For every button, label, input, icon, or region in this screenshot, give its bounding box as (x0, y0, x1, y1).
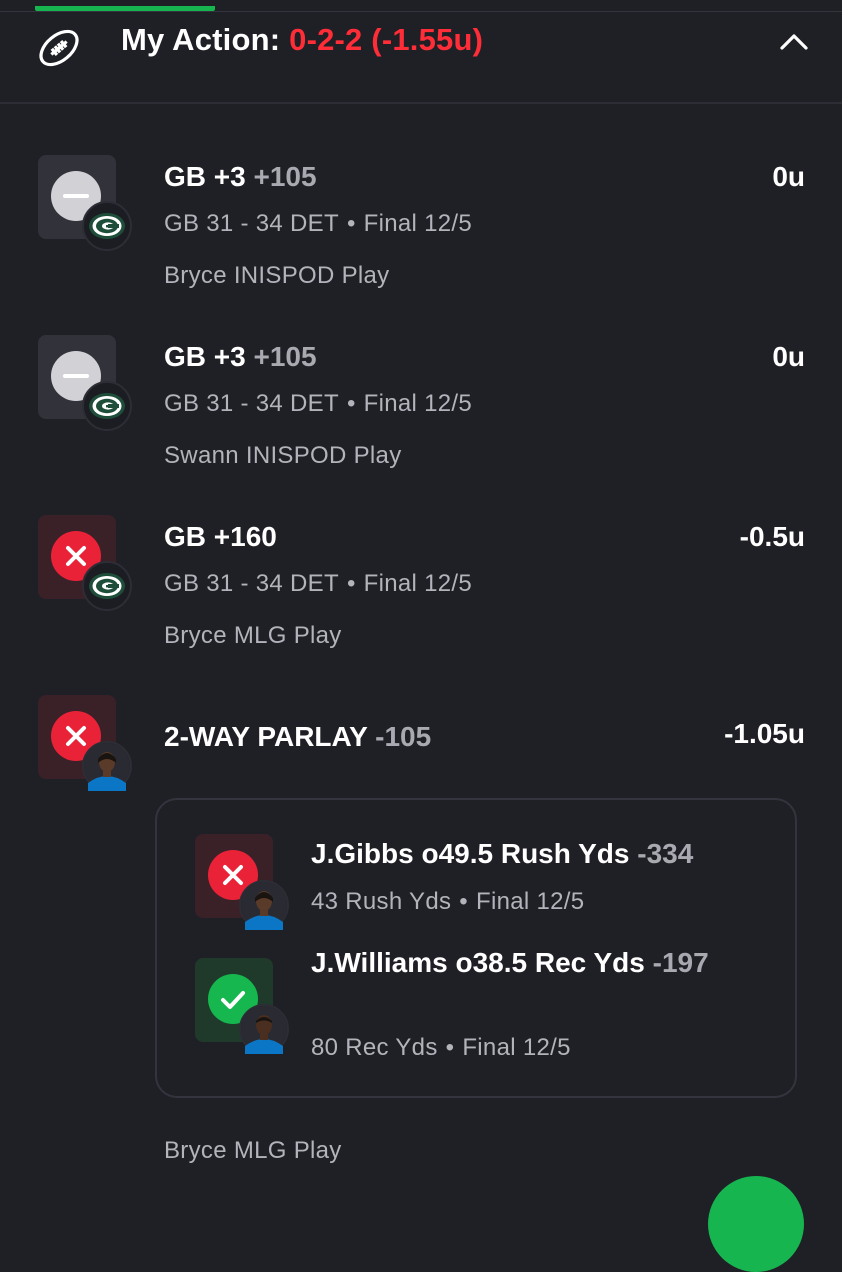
parlay-legs-card: J.Gibbs o49.5 Rush Yds -334 43 Rush Yds •… (155, 798, 797, 1098)
chevron-up-icon[interactable] (777, 26, 811, 56)
header-divider (0, 102, 842, 104)
game-score: GB 31 - 34 DET (164, 570, 339, 597)
bet-selection: GB +3 (164, 341, 246, 372)
leg-stat: 80 Rec Yds (311, 1034, 438, 1061)
bet-score-line: GB 31 - 34 DET • Final 12/5 (164, 570, 472, 598)
game-status: Final 12/5 (363, 390, 473, 417)
bet-result-units: -0.5u (739, 521, 805, 552)
bet-play-label: Bryce INISPOD Play (164, 262, 390, 289)
leg-loss-status-box (195, 834, 289, 930)
player-headshot-icon (82, 741, 132, 791)
loss-status-box (38, 695, 132, 791)
floating-action-button[interactable] (708, 1176, 804, 1272)
leg-win-status-box (195, 958, 289, 1054)
separator-dot: • (346, 210, 356, 237)
bet-selection: GB +3 (164, 161, 246, 192)
bet-odds: +105 (253, 341, 317, 372)
game-score: GB 31 - 34 DET (164, 210, 339, 237)
active-tab-indicator (35, 6, 215, 11)
leg-selection: J.Gibbs o49.5 Rush Yds (311, 838, 630, 869)
game-status: Final 12/5 (363, 210, 473, 237)
leg-odds: -197 (652, 947, 709, 978)
my-action-header[interactable]: My Action: 0-2-2 (-1.55u) (0, 12, 842, 102)
football-icon (39, 29, 79, 67)
bet-title: 2-WAY PARLAY -105 (164, 721, 431, 753)
bet-result-units: 0u (772, 161, 805, 192)
bet-selection: 2-WAY PARLAY (164, 721, 368, 752)
separator-dot: • (445, 1034, 455, 1061)
game-status: Final 12/5 (363, 570, 473, 597)
separator-dot: • (459, 888, 468, 915)
bet-selection: GB +160 (164, 521, 277, 552)
bet-title: GB +160 (164, 521, 277, 553)
green-bay-logo-icon (82, 381, 132, 431)
green-bay-logo-icon (82, 561, 132, 611)
leg-stat-line: 80 Rec Yds • Final 12/5 (311, 1034, 571, 1062)
player-headshot-icon (239, 1004, 289, 1054)
leg-status: Final 12/5 (462, 1034, 571, 1061)
bet-odds: -105 (375, 721, 432, 752)
green-bay-logo-icon (82, 201, 132, 251)
bet-odds: +105 (253, 161, 317, 192)
bet-play-label: Bryce MLG Play (164, 622, 342, 649)
push-status-box (38, 155, 132, 251)
leg-odds: -334 (637, 838, 694, 869)
leg-title: J.Williams o38.5 Rec Yds -197 (311, 941, 711, 984)
bet-play-label: Swann INISPOD Play (164, 442, 402, 469)
leg-stat-line: 43 Rush Yds • Final 12/5 (311, 888, 584, 916)
my-action-title: My Action: 0-2-2 (-1.55u) (121, 22, 483, 58)
leg-selection: J.Williams o38.5 Rec Yds (311, 947, 645, 978)
loss-status-box (38, 515, 132, 611)
bet-title: GB +3 +105 (164, 341, 317, 373)
record-summary: 0-2-2 (-1.55u) (289, 22, 484, 57)
bet-score-line: GB 31 - 34 DET • Final 12/5 (164, 390, 472, 418)
separator-dot: • (346, 570, 356, 597)
game-score: GB 31 - 34 DET (164, 390, 339, 417)
leg-status: Final 12/5 (475, 888, 585, 915)
header-title-text: My Action: (121, 22, 281, 57)
push-status-box (38, 335, 132, 431)
bet-play-label: Bryce MLG Play (164, 1137, 342, 1164)
leg-stat: 43 Rush Yds (311, 888, 452, 915)
bet-title: GB +3 +105 (164, 161, 317, 193)
bet-result-units: 0u (772, 341, 805, 372)
bet-score-line: GB 31 - 34 DET • Final 12/5 (164, 210, 472, 238)
separator-dot: • (346, 390, 356, 417)
bet-result-units: -1.05u (724, 718, 805, 749)
player-headshot-icon (239, 880, 289, 930)
leg-title: J.Gibbs o49.5 Rush Yds -334 (311, 838, 693, 870)
